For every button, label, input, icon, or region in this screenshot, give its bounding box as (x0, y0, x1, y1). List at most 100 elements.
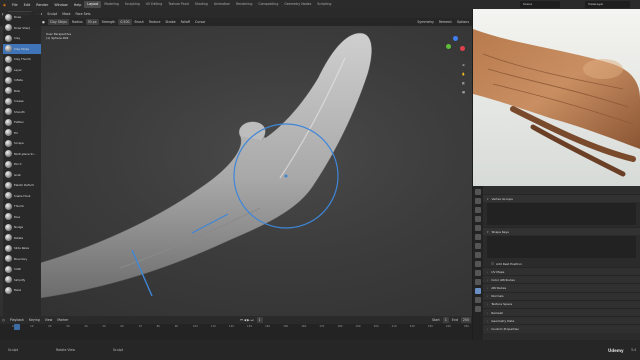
gizmo-y-axis-icon[interactable] (446, 44, 451, 49)
menu-face-sets[interactable]: Face Sets (73, 11, 92, 17)
tab-uv-editing[interactable]: UV Editing (143, 1, 166, 8)
tab-shading[interactable]: Shading (192, 1, 211, 8)
brush-item[interactable]: Clay (3, 33, 41, 44)
particles-tab-icon[interactable] (475, 261, 481, 267)
section-color-attributes[interactable]: › Color Attributes (483, 275, 640, 284)
brush-item[interactable]: Blob (3, 86, 41, 97)
brush-item[interactable]: Crease (3, 96, 41, 107)
tab-layout[interactable]: Layout (84, 1, 102, 8)
brush-item[interactable]: Elastic Deform (3, 180, 41, 191)
world-tab-icon[interactable] (475, 234, 481, 240)
tab-modeling[interactable]: Modeling (101, 1, 122, 8)
modifier-tab-icon[interactable] (475, 252, 481, 258)
menu-sculpt[interactable]: Sculpt (45, 11, 59, 17)
pan-hand-icon[interactable]: ✋ (460, 71, 467, 78)
scene-selector[interactable]: Scene (520, 1, 560, 8)
brush-item[interactable]: Inflate (3, 75, 41, 86)
playhead[interactable] (14, 324, 20, 330)
section-uv-maps[interactable]: › UV Maps (483, 267, 640, 276)
brush-item[interactable]: Pinch (3, 159, 41, 170)
menu-render[interactable]: Render (33, 3, 51, 7)
menu-playback[interactable]: Playback (8, 317, 26, 323)
menu-symmetry[interactable]: Symmetry (415, 19, 436, 25)
section-texture-space[interactable]: › Texture Space (483, 299, 640, 308)
section-geometry-data[interactable]: › Geometry Data (483, 316, 640, 325)
brush-item[interactable]: Draw Sharp (3, 23, 41, 34)
brush-item[interactable]: Cloth (3, 264, 41, 275)
timeline-area[interactable]: 0 10 20 30 40 50 60 70 80 90 100 110 120 130 140 150 160… (0, 324, 472, 340)
view-layer-tab-icon[interactable] (475, 216, 481, 222)
tab-compositing[interactable]: Compositing (255, 1, 281, 8)
zoom-icon[interactable]: ⊕ (460, 62, 467, 69)
tab-sculpting[interactable]: Sculpting (122, 1, 143, 8)
tab-geometry-nodes[interactable]: Geometry Nodes (281, 1, 314, 8)
menu-stroke[interactable]: Stroke (163, 19, 177, 25)
tool-tab-icon[interactable] (475, 189, 481, 195)
menu-cursor[interactable]: Cursor (193, 19, 207, 25)
brush-item[interactable]: Fill (3, 128, 41, 139)
radius-field[interactable]: 50 px (85, 19, 99, 25)
tab-scripting[interactable]: Scripting (314, 1, 334, 8)
brush-icon[interactable]: ● (40, 19, 47, 25)
mesh-data-tab-icon[interactable] (475, 288, 481, 294)
menu-texture[interactable]: Texture (147, 19, 163, 25)
brush-item[interactable]: Clay Strips (3, 43, 41, 54)
playback-controls[interactable]: ⏮ ◀ ▶ ⏭ (238, 317, 256, 323)
brush-item[interactable]: Simplify (3, 275, 41, 286)
gizmo-z-axis-icon[interactable] (453, 36, 458, 41)
brush-item[interactable]: Pose (3, 212, 41, 223)
scene-tab-icon[interactable] (475, 225, 481, 231)
blender-logo-icon[interactable]: ◉ (0, 3, 9, 7)
brush-item[interactable]: Layer (3, 65, 41, 76)
brush-item[interactable]: Rotate (3, 233, 41, 244)
brush-item[interactable]: Clay Thumb (3, 54, 41, 65)
tab-animation[interactable]: Animation (211, 1, 233, 8)
camera-icon[interactable]: ◧ (460, 80, 467, 87)
view-layer-selector[interactable]: ViewLayer (585, 1, 630, 8)
start-frame-field[interactable]: 1 (442, 317, 449, 323)
render-tab-icon[interactable] (475, 198, 481, 204)
shape-keys-panel[interactable]: ▾ Shape Keys (483, 227, 640, 235)
object-tab-icon[interactable] (475, 243, 481, 249)
texture-tab-icon[interactable] (475, 306, 481, 312)
section-normals[interactable]: › Normals (483, 291, 640, 300)
timeline-editor-icon[interactable]: ◷ (0, 317, 7, 323)
vertex-groups-list[interactable] (487, 203, 636, 225)
menu-help[interactable]: Help (71, 3, 85, 7)
section-remesh[interactable]: › Remesh (483, 307, 640, 317)
brush-item[interactable]: Flatten (3, 117, 41, 128)
brush-item[interactable]: Scrape (3, 138, 41, 149)
menu-options[interactable]: Options (455, 19, 471, 25)
menu-marker[interactable]: Marker (55, 317, 70, 323)
shape-keys-list[interactable] (487, 236, 636, 258)
tab-rendering[interactable]: Rendering (233, 1, 255, 8)
physics-tab-icon[interactable] (475, 270, 481, 276)
navigation-gizmo[interactable] (444, 36, 468, 60)
brush-item[interactable]: Snake Hook (3, 191, 41, 202)
checkbox[interactable] (491, 262, 494, 265)
strength-field[interactable]: 0.500 (118, 19, 132, 25)
menu-edit[interactable]: Edit (21, 3, 34, 7)
3d-viewport[interactable]: User Perspective (1) Sphere.002 ⊕ ✋ ◧ ▦ (0, 18, 472, 316)
brush-name-field[interactable]: Clay Strips (47, 19, 69, 25)
section-custom-properties[interactable]: › Custom Properties (483, 324, 640, 333)
brush-item[interactable]: Draw (3, 12, 41, 23)
tab-texture-paint[interactable]: Texture Paint (165, 1, 192, 8)
menu-mask[interactable]: Mask (60, 11, 72, 17)
brush-item[interactable]: Boundary (3, 254, 41, 265)
menu-keying[interactable]: Keying (27, 317, 42, 323)
menu-brush[interactable]: Brush (133, 19, 146, 25)
brush-item[interactable]: Grab (3, 170, 41, 181)
brush-item[interactable]: Smooth (3, 107, 41, 118)
gizmo-x-axis-icon[interactable] (460, 46, 465, 51)
menu-falloff[interactable]: Falloff (179, 19, 192, 25)
material-tab-icon[interactable] (475, 297, 481, 303)
menu-file[interactable]: File (9, 3, 21, 7)
brush-item[interactable]: Nudge (3, 222, 41, 233)
menu-timeline-view[interactable]: View (43, 317, 55, 323)
vertex-groups-panel[interactable]: ▾ Vertex Groups (483, 194, 640, 202)
brush-item[interactable]: Multi-plane Sc... (3, 149, 41, 160)
section-attributes[interactable]: › Attributes (483, 283, 640, 292)
constraints-tab-icon[interactable] (475, 279, 481, 285)
output-tab-icon[interactable] (475, 207, 481, 213)
